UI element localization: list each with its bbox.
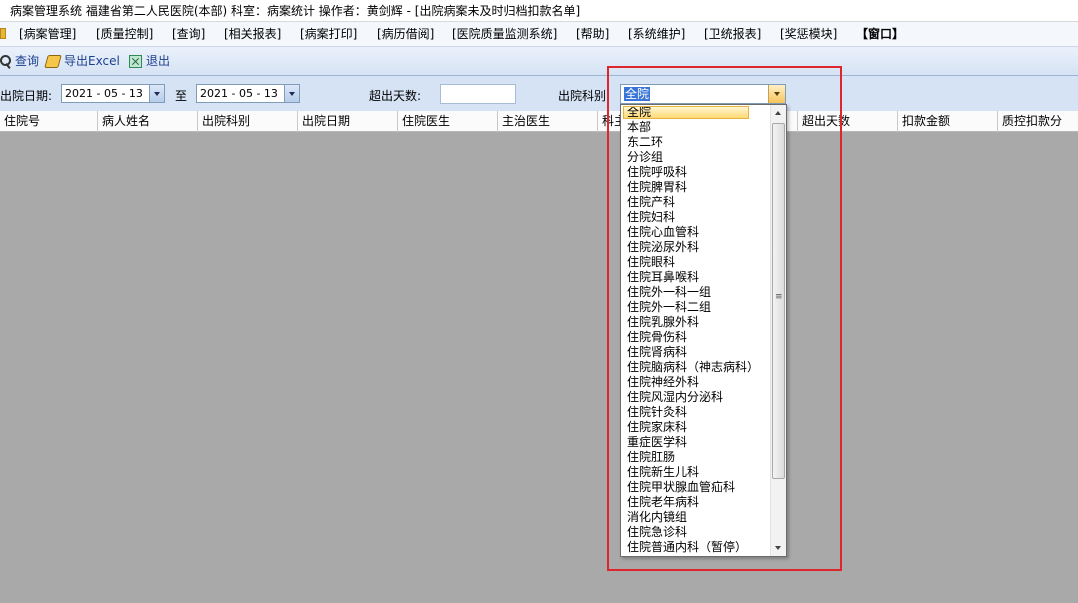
overdue-days-input[interactable]: [440, 84, 516, 104]
export-excel-button[interactable]: 导出Excel: [44, 52, 120, 70]
dept-dropdown-button[interactable]: [768, 85, 785, 103]
menu-query[interactable]: [查询]: [172, 22, 205, 47]
dept-option[interactable]: 住院脾胃科: [621, 180, 769, 195]
date-from-dropdown-button[interactable]: [149, 85, 164, 102]
dept-option[interactable]: 住院眼科: [621, 255, 769, 270]
dept-option[interactable]: 本部: [621, 120, 769, 135]
scroll-up-icon[interactable]: [771, 105, 786, 121]
dept-label: 出院科别:: [558, 89, 611, 103]
exit-icon: [129, 55, 142, 68]
dept-option[interactable]: 消化内镜组: [621, 510, 769, 525]
dept-dropdown-list: 全院 本部 东二环 分诊组 住院呼吸科 住院脾胃科 住院产科 住院妇科 住院心血管科 住院泌尿外科…: [620, 104, 787, 557]
exit-label: 退出: [146, 54, 171, 68]
menu-record-borrow[interactable]: [病历借阅]: [377, 22, 434, 47]
grid-header: 住院号 病人姓名 出院科别 出院日期 住院医生 主治医生 科主 超出天数 扣款金…: [0, 111, 1078, 132]
dept-option[interactable]: 住院针灸科: [621, 405, 769, 420]
dept-option[interactable]: 住院神经外科: [621, 375, 769, 390]
dept-option[interactable]: 住院外一科一组: [621, 285, 769, 300]
dept-option[interactable]: 住院心血管科: [621, 225, 769, 240]
menu-quality-monitoring[interactable]: [医院质量监测系统]: [452, 22, 557, 47]
date-from-value: 2021 - 05 - 13: [65, 87, 143, 100]
scroll-down-icon[interactable]: [771, 540, 786, 556]
dept-option[interactable]: 住院家床科: [621, 420, 769, 435]
magnifier-icon: [0, 55, 11, 68]
col-attending-doctor[interactable]: 主治医生: [498, 111, 598, 132]
menu-record-management[interactable]: [病案管理]: [19, 22, 76, 47]
filter-bar: 出院日期: 2021 - 05 - 13 至 2021 - 05 - 13 超出…: [0, 76, 1078, 111]
dept-option[interactable]: 住院肾病科: [621, 345, 769, 360]
col-inpatient-no[interactable]: 住院号: [0, 111, 98, 132]
dept-option[interactable]: 全院: [623, 106, 749, 119]
chevron-down-icon: [774, 92, 780, 96]
dept-option[interactable]: 住院甲状腺血管疝科: [621, 480, 769, 495]
export-excel-label: 导出Excel: [64, 54, 120, 68]
query-button[interactable]: 查询: [0, 52, 39, 70]
dept-option[interactable]: 住院产科: [621, 195, 769, 210]
dept-option[interactable]: 分诊组: [621, 150, 769, 165]
menu-help[interactable]: [帮助]: [576, 22, 609, 47]
dept-option[interactable]: 住院妇科: [621, 210, 769, 225]
dept-option[interactable]: 住院乳腺外科: [621, 315, 769, 330]
toolbar: 查询 导出Excel 退出: [0, 47, 1078, 76]
dept-option[interactable]: 住院新生儿科: [621, 465, 769, 480]
dept-option-list: 全院 本部 东二环 分诊组 住院呼吸科 住院脾胃科 住院产科 住院妇科 住院心血管科 住院泌尿外科…: [621, 105, 769, 555]
menu-health-statistics[interactable]: [卫统报表]: [704, 22, 761, 47]
scroll-thumb[interactable]: [772, 123, 785, 479]
col-qc-deduction-score[interactable]: 质控扣款分: [998, 111, 1078, 132]
overdue-days-label: 超出天数:: [369, 89, 422, 103]
chevron-down-icon: [154, 92, 160, 96]
dept-option[interactable]: 住院老年病科: [621, 495, 769, 510]
dept-option[interactable]: 住院泌尿外科: [621, 240, 769, 255]
col-overdue-days[interactable]: 超出天数: [798, 111, 898, 132]
dept-option[interactable]: 东二环: [621, 135, 769, 150]
window-title: 病案管理系统 福建省第二人民医院(本部) 科室：病案统计 操作者：黄剑辉 - […: [0, 0, 1078, 22]
menu-window[interactable]: 【窗口】: [856, 22, 904, 47]
dept-option[interactable]: 住院呼吸科: [621, 165, 769, 180]
dept-combobox-value: 全院: [624, 87, 651, 101]
dept-option[interactable]: 住院外一科二组: [621, 300, 769, 315]
exit-button[interactable]: 退出: [129, 52, 170, 70]
date-to-dropdown-button[interactable]: [284, 85, 299, 102]
dept-option[interactable]: 重症医学科: [621, 435, 769, 450]
menu-bar: [病案管理] [质量控制] [查询] [相关报表] [病案打印] [病历借阅] …: [0, 22, 1078, 47]
dept-combobox[interactable]: 全院: [620, 84, 786, 104]
dept-option[interactable]: 住院耳鼻喉科: [621, 270, 769, 285]
menu-quality-control[interactable]: [质量控制]: [96, 22, 153, 47]
date-to-value: 2021 - 05 - 13: [200, 87, 278, 100]
menu-system-maintenance[interactable]: [系统维护]: [628, 22, 685, 47]
dept-option[interactable]: 住院骨伤科: [621, 330, 769, 345]
col-patient-name[interactable]: 病人姓名: [98, 111, 198, 132]
discharge-date-label: 出院日期:: [0, 89, 53, 103]
dropdown-scrollbar[interactable]: [770, 105, 786, 556]
dept-option[interactable]: 住院风湿内分泌科: [621, 390, 769, 405]
app-icon[interactable]: [0, 28, 6, 39]
col-discharge-dept[interactable]: 出院科别: [198, 111, 298, 132]
date-to-picker[interactable]: 2021 - 05 - 13: [196, 84, 300, 103]
eraser-icon: [44, 55, 62, 68]
col-deduction-amount[interactable]: 扣款金额: [898, 111, 998, 132]
chevron-down-icon: [289, 92, 295, 96]
date-from-picker[interactable]: 2021 - 05 - 13: [61, 84, 165, 103]
col-resident-doctor[interactable]: 住院医生: [398, 111, 498, 132]
query-label: 查询: [15, 54, 40, 68]
menu-record-print[interactable]: [病案打印]: [300, 22, 357, 47]
to-label: 至: [175, 89, 188, 103]
col-discharge-date[interactable]: 出院日期: [298, 111, 398, 132]
dept-option[interactable]: 住院急诊科: [621, 525, 769, 540]
dept-option[interactable]: 住院肛肠: [621, 450, 769, 465]
dept-option[interactable]: 住院脑病科（神志病科）: [621, 360, 769, 375]
menu-reports[interactable]: [相关报表]: [224, 22, 281, 47]
dept-option[interactable]: 住院普通内科（暂停）: [621, 540, 769, 555]
menu-reward-penalty[interactable]: [奖惩模块]: [780, 22, 837, 47]
